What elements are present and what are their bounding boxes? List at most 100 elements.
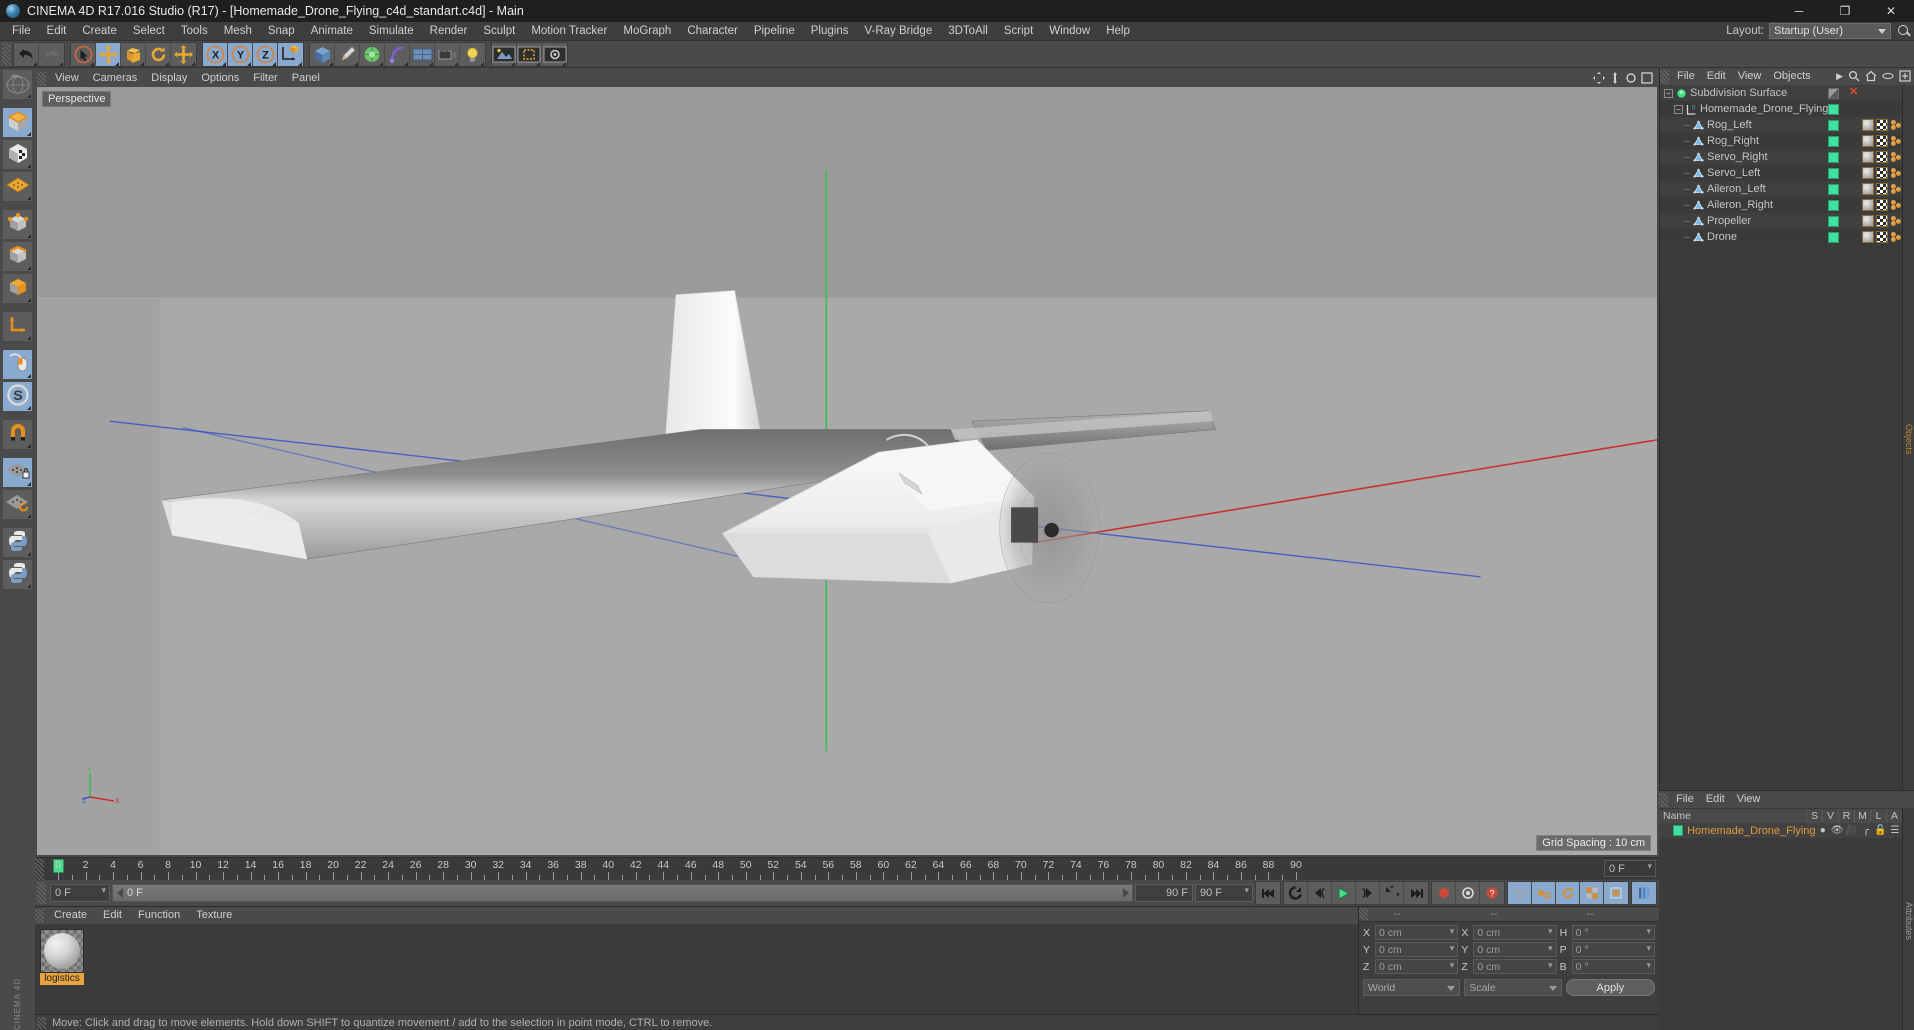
submenu-corner-icon[interactable] [298, 61, 302, 66]
material-list[interactable]: logistics [35, 924, 1358, 1014]
submenu-corner-icon[interactable] [379, 61, 383, 66]
selection-tag-icon[interactable] [1890, 231, 1902, 243]
layer-row[interactable]: Homemade_Drone_Flying ● 👁 🎥 ╭ 🔓 ☰ [1659, 823, 1902, 838]
play-backwards-loop-button[interactable] [1284, 882, 1308, 904]
spinner-icon[interactable]: ▾ [1646, 944, 1651, 953]
menu-item-character[interactable]: Character [679, 22, 746, 41]
scale-key-button[interactable] [1532, 882, 1556, 904]
coord-input-position-z[interactable]: 0 cm ▾ [1375, 959, 1459, 974]
submenu-corner-icon[interactable] [140, 61, 144, 66]
object-enable-chip[interactable] [1828, 104, 1839, 115]
object-row[interactable]: – Aileron_Left [1660, 181, 1902, 197]
coord-input-size-x[interactable]: 0 cm ▾ [1473, 925, 1557, 940]
edges-mode[interactable] [2, 241, 33, 272]
current-frame-field[interactable]: 0 F ▾ [50, 884, 110, 902]
coord-input-position-x[interactable]: 0 cm ▾ [1375, 925, 1459, 940]
render-region[interactable] [517, 42, 542, 66]
maximize-button[interactable]: ❐ [1822, 0, 1868, 22]
object-enable-chip[interactable] [1828, 152, 1839, 163]
menu-item-script[interactable]: Script [996, 22, 1041, 41]
submenu-corner-icon[interactable] [90, 61, 94, 66]
play-forward-loop-button[interactable] [1380, 882, 1404, 904]
go-to-end-button[interactable] [1404, 882, 1428, 904]
lock-z-axis[interactable]: Z [253, 42, 278, 66]
submenu-corner-icon[interactable] [33, 61, 37, 66]
menu-item-render[interactable]: Render [422, 22, 476, 41]
layer-menu-view[interactable]: View [1731, 791, 1767, 808]
submenu-corner-icon[interactable] [27, 94, 31, 98]
spinner-icon[interactable]: ▾ [1646, 927, 1651, 936]
chevron-right-icon[interactable]: ▶ [1836, 71, 1843, 82]
material-menu-create[interactable]: Create [46, 907, 95, 924]
menu-item-create[interactable]: Create [74, 22, 125, 41]
model-mode[interactable] [2, 107, 33, 138]
selection-tag-icon[interactable] [1890, 135, 1902, 147]
material-menu-texture[interactable]: Texture [188, 907, 240, 924]
submenu-corner-icon[interactable] [247, 61, 251, 66]
record-active-objects-button[interactable] [1432, 882, 1456, 904]
submenu-corner-icon[interactable] [191, 61, 195, 66]
spinner-icon[interactable]: ▾ [1244, 886, 1249, 895]
uvw-tag-icon[interactable] [1876, 151, 1888, 163]
spinner-icon[interactable]: ▾ [101, 886, 106, 895]
submenu-corner-icon[interactable] [480, 61, 484, 66]
coord-input-rotation-b[interactable]: 0 ° ▾ [1571, 959, 1655, 974]
lock-icon[interactable]: 🔓 [1873, 825, 1887, 836]
spline-pen[interactable] [335, 42, 360, 66]
object-menu-edit[interactable]: Edit [1701, 68, 1732, 85]
submenu-corner-icon[interactable] [27, 298, 31, 302]
light[interactable] [460, 42, 485, 66]
material-tag-icon[interactable] [1862, 151, 1874, 163]
material-manager-grip[interactable] [35, 908, 44, 923]
submenu-corner-icon[interactable] [27, 336, 31, 340]
render-settings[interactable] [542, 42, 567, 66]
rotate-tool[interactable] [146, 42, 171, 66]
submenu-corner-icon[interactable] [27, 482, 31, 486]
render-icon[interactable]: 🎥 [1844, 825, 1858, 836]
submenu-corner-icon[interactable] [27, 444, 31, 448]
spinner-icon[interactable]: ▾ [1450, 927, 1455, 936]
coord-input-rotation-p[interactable]: 0 ° ▾ [1571, 942, 1655, 957]
render-view[interactable] [492, 42, 517, 66]
menu-item-window[interactable]: Window [1041, 22, 1098, 41]
selection-tag-icon[interactable] [1890, 183, 1902, 195]
object-row[interactable]: – Propeller [1660, 213, 1902, 229]
submenu-corner-icon[interactable] [511, 61, 515, 66]
move-tool[interactable] [96, 42, 121, 66]
menu-item-mograph[interactable]: MoGraph [615, 22, 679, 41]
object-disable-chip[interactable] [1828, 88, 1839, 99]
status-grip[interactable] [37, 1016, 46, 1029]
layer-color-chip[interactable] [1673, 825, 1684, 836]
python-script-2[interactable] [2, 559, 33, 590]
pla-key-button[interactable] [1604, 882, 1628, 904]
objects-side-tab[interactable]: Objects [1902, 85, 1914, 790]
uvw-tag-icon[interactable] [1876, 215, 1888, 227]
submenu-corner-icon[interactable] [115, 61, 119, 66]
object-row[interactable]: − 0 Homemade_Drone_Flying [1660, 101, 1902, 117]
submenu-corner-icon[interactable] [222, 61, 226, 66]
go-to-start-button[interactable] [1256, 882, 1280, 904]
workplane-lock[interactable] [2, 457, 33, 488]
material-tag-icon[interactable] [1862, 183, 1874, 195]
viewport-solo[interactable] [2, 349, 33, 380]
layout-dropdown[interactable]: Startup (User) [1769, 23, 1891, 39]
submenu-corner-icon[interactable] [429, 61, 433, 66]
world-object-coordinates[interactable] [278, 42, 303, 66]
spinner-icon[interactable]: ▾ [1450, 961, 1455, 970]
python-script-1[interactable] [2, 527, 33, 558]
scene-environment[interactable] [410, 42, 435, 66]
viewport-menu-filter[interactable]: Filter [246, 70, 284, 87]
undo-view-button[interactable] [2, 69, 33, 100]
viewport-grip[interactable] [37, 71, 46, 86]
menu-item-file[interactable]: File [4, 22, 39, 41]
timeline-toggle-button[interactable] [1632, 882, 1656, 904]
uvw-tag-icon[interactable] [1876, 231, 1888, 243]
object-enable-chip[interactable] [1828, 216, 1839, 227]
maximize-view-icon[interactable] [1641, 72, 1653, 84]
object-enable-chip[interactable] [1828, 168, 1839, 179]
menu-item-pipeline[interactable]: Pipeline [746, 22, 803, 41]
uvw-tag-icon[interactable] [1876, 167, 1888, 179]
coord-input-size-y[interactable]: 0 cm ▾ [1473, 942, 1557, 957]
submenu-corner-icon[interactable] [329, 61, 333, 66]
menu-item-snap[interactable]: Snap [260, 22, 303, 41]
